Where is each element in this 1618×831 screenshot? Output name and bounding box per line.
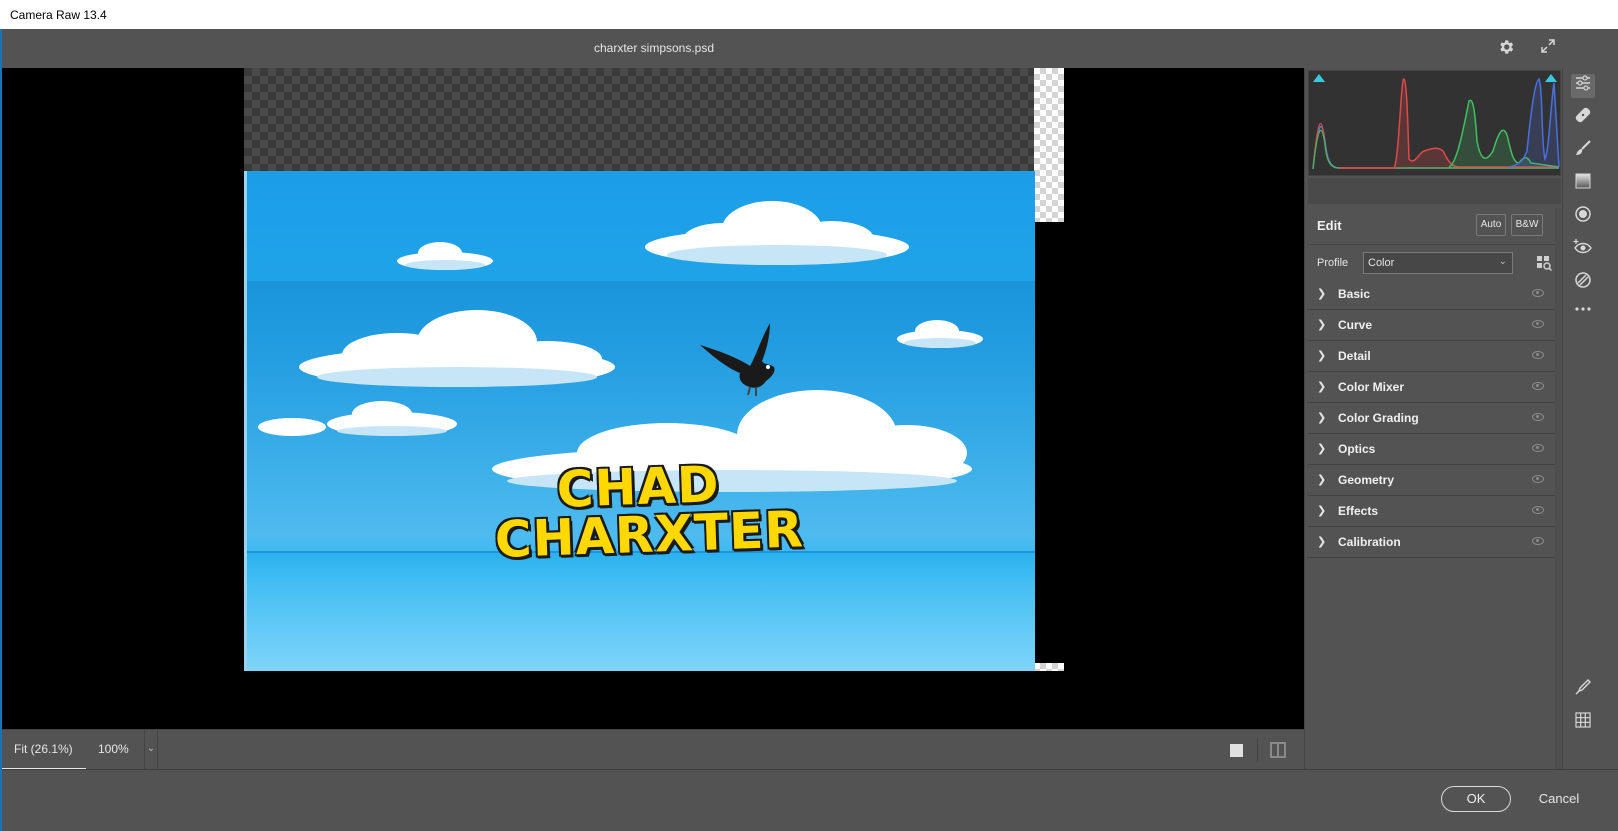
section-color-mixer[interactable]: ❯ Color Mixer <box>1308 372 1555 403</box>
preview-image: CHAD CHARXTER <box>247 171 1035 671</box>
image-title-text: CHAD CHARXTER <box>492 455 805 570</box>
histogram-graph <box>1312 77 1560 170</box>
chevron-down-icon: ⌄ <box>1498 256 1507 267</box>
chevron-right-icon: ❯ <box>1317 288 1327 300</box>
zoom-fit-button[interactable]: Fit (26.1%) <box>2 730 86 770</box>
section-calibration[interactable]: ❯ Calibration <box>1308 527 1555 558</box>
healing-icon[interactable] <box>1571 106 1595 130</box>
zoom-100-button[interactable]: 100% <box>88 730 144 770</box>
window-titlebar: Camera Raw 13.4 <box>0 0 1618 29</box>
section-label: Detail <box>1338 349 1371 363</box>
section-label: Color Grading <box>1338 411 1419 425</box>
dialog-header: charxter simpsons.psd <box>2 29 1618 68</box>
section-detail[interactable]: ❯ Detail <box>1308 341 1555 372</box>
chevron-right-icon: ❯ <box>1317 412 1327 424</box>
info-bar <box>1308 178 1561 204</box>
dialog-footer: OK Cancel <box>2 769 1618 831</box>
ok-button[interactable]: OK <box>1441 786 1511 812</box>
linear-gradient-icon[interactable] <box>1571 172 1595 196</box>
chevron-right-icon: ❯ <box>1317 474 1327 486</box>
profile-select[interactable]: Color ⌄ <box>1363 252 1513 274</box>
visibility-eye-icon[interactable] <box>1532 382 1544 390</box>
chevron-down-icon[interactable]: ⌄ <box>144 730 158 770</box>
visibility-eye-icon[interactable] <box>1532 320 1544 328</box>
transparency-area <box>244 68 1044 172</box>
cloud <box>258 401 457 436</box>
section-label: Basic <box>1338 287 1371 301</box>
camera-raw-window: Camera Raw 13.4 charxter simpsons.psd CH… <box>0 0 1618 831</box>
highlight-clipping-icon[interactable] <box>1545 74 1557 82</box>
radial-gradient-icon[interactable] <box>1571 205 1595 229</box>
cloud <box>299 310 615 387</box>
visibility-eye-icon[interactable] <box>1532 475 1544 483</box>
edit-panel: Edit Auto B&W Profile Color ⌄ ❯ Basic ❯ … <box>1304 68 1562 769</box>
crow-image <box>700 323 775 396</box>
red-eye-icon[interactable] <box>1571 238 1595 262</box>
visibility-eye-icon[interactable] <box>1532 351 1544 359</box>
auto-button[interactable]: Auto <box>1476 214 1506 236</box>
profile-browser-icon[interactable] <box>1536 255 1553 272</box>
single-view-icon[interactable] <box>1230 744 1243 757</box>
bw-button[interactable]: B&W <box>1511 214 1543 236</box>
document-title: charxter simpsons.psd <box>593 41 715 55</box>
chevron-right-icon: ❯ <box>1317 536 1327 548</box>
cloud <box>397 242 493 270</box>
section-label: Color Mixer <box>1338 380 1405 394</box>
visibility-eye-icon[interactable] <box>1532 537 1544 545</box>
fullscreen-icon[interactable] <box>1538 38 1558 58</box>
cancel-button[interactable]: Cancel <box>1524 786 1594 812</box>
window-title: Camera Raw 13.4 <box>10 8 107 22</box>
more-icon[interactable] <box>1571 300 1595 324</box>
image-text-line: CHARXTER <box>493 500 805 570</box>
visibility-eye-icon[interactable] <box>1532 506 1544 514</box>
visibility-eye-icon[interactable] <box>1532 444 1544 452</box>
section-label: Calibration <box>1338 535 1401 549</box>
histogram <box>1308 70 1561 176</box>
edit-icon[interactable] <box>1571 74 1595 98</box>
panel-scrollbar[interactable] <box>1555 208 1561 769</box>
tool-strip <box>1562 68 1618 769</box>
cloud <box>645 201 909 265</box>
edit-header: Edit Auto B&W <box>1308 207 1561 245</box>
chevron-right-icon: ❯ <box>1317 505 1327 517</box>
sampler-icon[interactable] <box>1571 678 1595 702</box>
profile-row: Profile Color ⌄ <box>1308 245 1561 282</box>
profile-value: Color <box>1368 257 1395 269</box>
edit-title: Edit <box>1317 218 1342 233</box>
divider <box>1257 738 1258 762</box>
visibility-eye-icon[interactable] <box>1532 289 1544 297</box>
before-after-view-icon[interactable] <box>1270 742 1286 758</box>
section-effects[interactable]: ❯ Effects <box>1308 496 1555 527</box>
canvas-toolbar: Fit (26.1%) 100% ⌄ <box>2 729 1304 770</box>
presets-icon[interactable] <box>1571 271 1595 295</box>
section-label: Curve <box>1338 318 1373 332</box>
cloud <box>897 320 983 348</box>
chevron-right-icon: ❯ <box>1317 350 1327 362</box>
chevron-right-icon: ❯ <box>1317 443 1327 455</box>
grid-icon[interactable] <box>1571 711 1595 735</box>
chevron-right-icon: ❯ <box>1317 319 1327 331</box>
gear-icon[interactable] <box>1496 38 1516 58</box>
section-label: Geometry <box>1338 473 1395 487</box>
image-canvas[interactable]: CHAD CHARXTER <box>2 68 1304 729</box>
shadow-clipping-icon[interactable] <box>1313 74 1325 82</box>
brush-icon[interactable] <box>1571 139 1595 163</box>
section-color-grading[interactable]: ❯ Color Grading <box>1308 403 1555 434</box>
section-optics[interactable]: ❯ Optics <box>1308 434 1555 465</box>
section-label: Optics <box>1338 442 1376 456</box>
section-basic[interactable]: ❯ Basic <box>1308 279 1555 310</box>
profile-label: Profile <box>1317 257 1349 269</box>
section-geometry[interactable]: ❯ Geometry <box>1308 465 1555 496</box>
transparency-area <box>1034 663 1064 671</box>
chevron-right-icon: ❯ <box>1317 381 1327 393</box>
section-label: Effects <box>1338 504 1379 518</box>
transparency-area <box>1034 68 1064 222</box>
visibility-eye-icon[interactable] <box>1532 413 1544 421</box>
section-curve[interactable]: ❯ Curve <box>1308 310 1555 341</box>
